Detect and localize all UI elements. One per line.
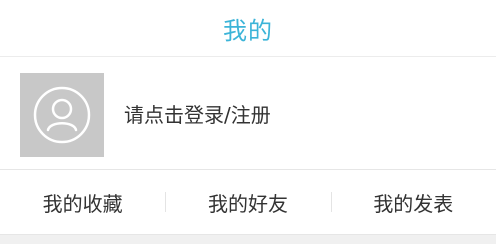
page-title: 我的 [223, 16, 273, 45]
bottom-spacer [0, 234, 496, 244]
profile-login-row[interactable]: 请点击登录/注册 [0, 57, 496, 169]
user-avatar-icon [33, 86, 91, 144]
mine-screen: 我的 请点击登录/注册 我的收藏 我的好友 我的发表 [0, 0, 496, 244]
tab-my-friends[interactable]: 我的好友 [165, 170, 330, 234]
tab-my-favorites[interactable]: 我的收藏 [0, 170, 165, 234]
tab-label: 我的收藏 [42, 191, 123, 216]
login-register-link[interactable]: 请点击登录/注册 [124, 101, 271, 129]
title-bar: 我的 [0, 0, 496, 57]
tab-separator [165, 192, 166, 212]
tab-label: 我的发表 [373, 191, 454, 216]
tab-label: 我的好友 [207, 191, 288, 216]
tab-my-posts[interactable]: 我的发表 [331, 170, 496, 234]
profile-tabs: 我的收藏 我的好友 我的发表 [0, 170, 496, 234]
avatar[interactable] [20, 73, 104, 157]
tab-separator [331, 192, 332, 212]
